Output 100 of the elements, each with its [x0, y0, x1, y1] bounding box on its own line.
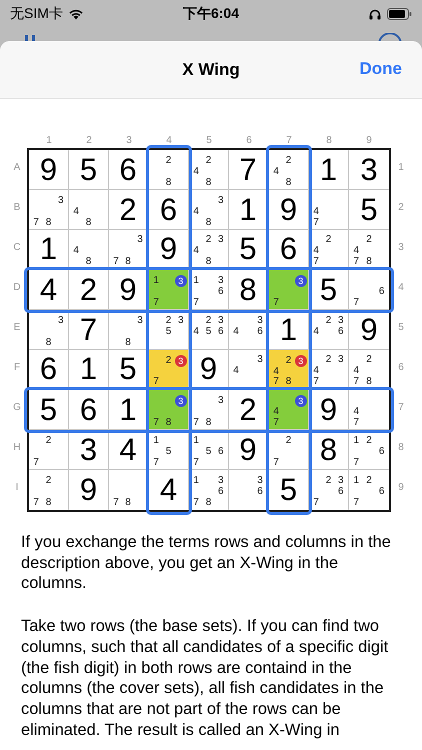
- solved-cell: 2: [69, 270, 109, 310]
- candidate-digit: 2: [164, 355, 172, 367]
- pause-icon[interactable]: [24, 35, 36, 41]
- done-button[interactable]: Done: [360, 59, 402, 79]
- candidate-digit: 2: [324, 475, 332, 486]
- candidate-digit: 7: [32, 217, 40, 228]
- candidate-digit: 1: [192, 475, 200, 486]
- candidate-digit: 3: [217, 395, 225, 406]
- solved-cell: 9: [309, 390, 349, 430]
- candidate-digit: 1: [192, 275, 200, 286]
- row-label: G: [12, 401, 22, 415]
- candidate-badge: 3: [174, 275, 187, 287]
- candidate-digit: 4: [192, 246, 200, 256]
- candidate-digit: 6: [256, 326, 264, 337]
- candidate-digit: 7: [352, 297, 360, 308]
- solved-cell: 5: [349, 190, 389, 230]
- solved-cell: 3: [349, 150, 389, 190]
- candidate-digit: 7: [352, 457, 360, 468]
- solved-cell: 9: [229, 430, 269, 470]
- wifi-icon: [68, 8, 84, 20]
- candidate-digit: 2: [365, 435, 373, 446]
- candidate-digit: 7: [272, 377, 280, 387]
- candidate-digit: 2: [365, 475, 373, 486]
- solved-cell: 7: [229, 150, 269, 190]
- row-label: B: [12, 201, 22, 215]
- candidate-digit: 3: [217, 315, 225, 326]
- solved-cell: 5: [309, 270, 349, 310]
- column-label: 4: [165, 135, 173, 147]
- candidate-digit: 2: [164, 155, 172, 166]
- candidate-digit: 7: [272, 457, 280, 468]
- candidate-digit: 2: [324, 235, 332, 246]
- candidate-digit: 8: [204, 498, 212, 509]
- candidate-digit: 7: [192, 457, 200, 468]
- row-label: 6: [397, 361, 405, 375]
- candidate-digit: 8: [204, 177, 212, 188]
- row-label: I: [14, 481, 20, 495]
- solved-cell: 3: [69, 430, 109, 470]
- candidate-digit: 7: [352, 256, 360, 267]
- solved-cell: 6: [29, 350, 69, 390]
- candidate-digit: 7: [312, 498, 320, 509]
- solved-cell: 5: [29, 390, 69, 430]
- candidate-digit: 5: [164, 326, 172, 337]
- candidate-digit: 5: [204, 446, 212, 457]
- arc-icon[interactable]: [378, 33, 402, 41]
- candidate-digit: 3: [256, 355, 264, 366]
- candidate-digit: 3: [136, 315, 144, 326]
- candidate-digit: 2: [284, 435, 292, 446]
- candidate-digit: 5: [204, 326, 212, 337]
- solved-cell: 1: [29, 230, 69, 270]
- candidate-digit: 3: [136, 235, 144, 246]
- candidate-digit: 6: [217, 286, 225, 297]
- candidate-digit: 1: [352, 475, 360, 486]
- candidate-badge: 3: [174, 395, 187, 407]
- column-label: 1: [45, 135, 53, 147]
- candidate-digit: 7: [312, 376, 320, 387]
- candidate-digit: 3: [256, 475, 264, 486]
- candidate-digit: 4: [312, 246, 320, 256]
- candidate-digit: 4: [232, 326, 240, 337]
- solved-cell: 5: [69, 150, 109, 190]
- candidate-digit: 7: [32, 498, 40, 509]
- solved-cell: 4: [149, 470, 189, 510]
- solved-cell: 9: [269, 190, 309, 230]
- candidate-digit: 7: [152, 418, 160, 428]
- candidate-digit: 6: [337, 326, 345, 337]
- candidate-digit: 3: [217, 475, 225, 486]
- candidate-digit: 4: [272, 166, 280, 177]
- candidate-digit: 8: [124, 498, 132, 509]
- column-label: 9: [365, 135, 373, 147]
- candidate-digit: 8: [365, 376, 373, 387]
- row-label: 5: [397, 321, 405, 335]
- row-label: 3: [397, 241, 405, 255]
- candidate-digit: 7: [112, 256, 120, 267]
- column-label: 2: [85, 135, 93, 147]
- candidate-digit: 2: [365, 235, 373, 246]
- candidate-digit: 7: [352, 498, 360, 509]
- row-label: 7: [397, 401, 405, 415]
- column-label: 8: [325, 135, 333, 147]
- sheet-title: X Wing: [182, 60, 240, 80]
- battery-icon: [387, 8, 412, 20]
- candidate-digit: 2: [324, 315, 332, 326]
- carrier-label: 无SIM卡: [10, 5, 63, 23]
- candidate-digit: 4: [312, 326, 320, 337]
- candidate-digit: 3: [337, 355, 345, 366]
- column-label: 6: [245, 135, 253, 147]
- candidate-digit: 4: [72, 206, 80, 217]
- candidate-digit: 8: [164, 177, 172, 188]
- candidate-digit: 5: [164, 446, 172, 457]
- candidate-digit: 1: [192, 435, 200, 446]
- candidate-digit: 8: [204, 217, 212, 228]
- row-label: 2: [397, 201, 405, 215]
- solved-cell: 6: [149, 190, 189, 230]
- candidate-digit: 6: [217, 446, 225, 457]
- candidate-digit: 1: [352, 435, 360, 446]
- candidate-digit: 8: [124, 256, 132, 267]
- candidate-digit: 8: [44, 498, 52, 509]
- candidate-digit: 8: [164, 418, 172, 428]
- solved-cell: 7: [69, 310, 109, 350]
- candidate-digit: 3: [217, 235, 225, 246]
- description-paragraph: If you exchange the terms rows and columns in the description above, you get an X-Wing in the columns.: [21, 532, 392, 594]
- candidate-badge: 3: [174, 355, 187, 367]
